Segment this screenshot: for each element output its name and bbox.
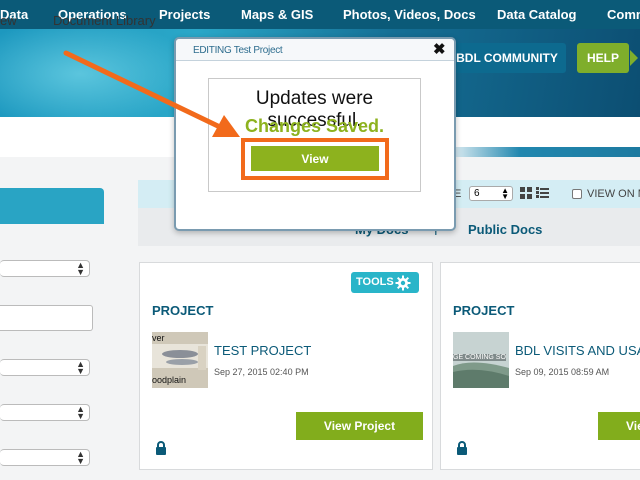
help-arrow-icon [630, 50, 638, 66]
project-thumbnail[interactable]: ver oodplain [152, 332, 208, 388]
filter-text-input[interactable] [0, 305, 93, 331]
banner-glow [0, 29, 200, 117]
view-project-button[interactable]: View [598, 412, 640, 440]
subnav-item-document-library[interactable]: Document Library [53, 13, 156, 28]
view-project-button[interactable]: View Project [296, 412, 423, 440]
project-thumbnail[interactable]: GE COMING SO [453, 332, 509, 388]
thumbnail-caption: GE COMING SO [453, 354, 506, 361]
thumbnail-caption-top: ver [152, 333, 165, 343]
select-arrows-icon: ▲ ▼ [76, 260, 85, 277]
nav-item-data-catalog[interactable]: Data Catalog [497, 7, 576, 22]
help-button[interactable]: HELP [577, 43, 629, 73]
changes-saved-message: Changes Saved. [244, 116, 385, 136]
bdl-community-button[interactable]: BDL COMMUNITY [448, 43, 566, 73]
filter-select-3[interactable]: ▲ ▼ [0, 404, 90, 421]
tools-label: TOOLS [356, 276, 394, 288]
select-arrows-icon: ▲ ▼ [76, 404, 85, 421]
view-on-map-label: VIEW ON M [587, 188, 640, 200]
card-type-label: PROJECT [453, 303, 515, 318]
per-page-select[interactable]: 6 ▲ ▼ [469, 186, 513, 201]
nav-item-community[interactable]: Comm [607, 7, 640, 22]
nav-item-photos-videos-docs[interactable]: Photos, Videos, Docs [343, 7, 476, 22]
thumbnail-caption-bottom: oodplain [152, 375, 187, 385]
list-view-icon[interactable] [536, 187, 549, 199]
card-date: Sep 09, 2015 08:59 AM [515, 367, 610, 377]
dialog-title: EDITING Test Project [193, 45, 283, 56]
nav-item-projects[interactable]: Projects [159, 7, 210, 22]
select-arrows-icon: ▲ ▼ [76, 449, 85, 466]
per-page-value: 6 [474, 188, 480, 199]
filter-select-1[interactable]: ▲ ▼ [0, 260, 90, 277]
filter-select-4[interactable]: ▲ ▼ [0, 449, 90, 466]
select-arrows-icon: ▲ ▼ [76, 359, 85, 376]
card-title[interactable]: TEST PROJECT [214, 343, 311, 358]
close-icon[interactable]: ✖ [433, 40, 446, 58]
filter-select-2[interactable]: ▲ ▼ [0, 359, 90, 376]
view-button[interactable]: View [251, 146, 379, 171]
gear-icon[interactable] [395, 275, 411, 291]
nav-item-maps-gis[interactable]: Maps & GIS [241, 7, 313, 22]
subnav-item-view[interactable]: ew [0, 13, 17, 28]
filter-panel-header [0, 188, 104, 224]
dialog-header: EDITING Test Project ✖ [176, 39, 454, 61]
subnav-decoration [440, 147, 640, 157]
tab-public-docs[interactable]: Public Docs [468, 222, 542, 237]
card-title[interactable]: BDL VISITS AND USAG [515, 343, 640, 358]
lock-icon [156, 441, 166, 455]
card-type-label: PROJECT [152, 303, 214, 318]
grid-view-icon[interactable] [520, 187, 532, 199]
select-arrows-icon: ▲ ▼ [501, 186, 509, 201]
view-on-map-checkbox[interactable] [572, 189, 582, 199]
card-date: Sep 27, 2015 02:40 PM [214, 367, 309, 377]
lock-icon [457, 441, 467, 455]
